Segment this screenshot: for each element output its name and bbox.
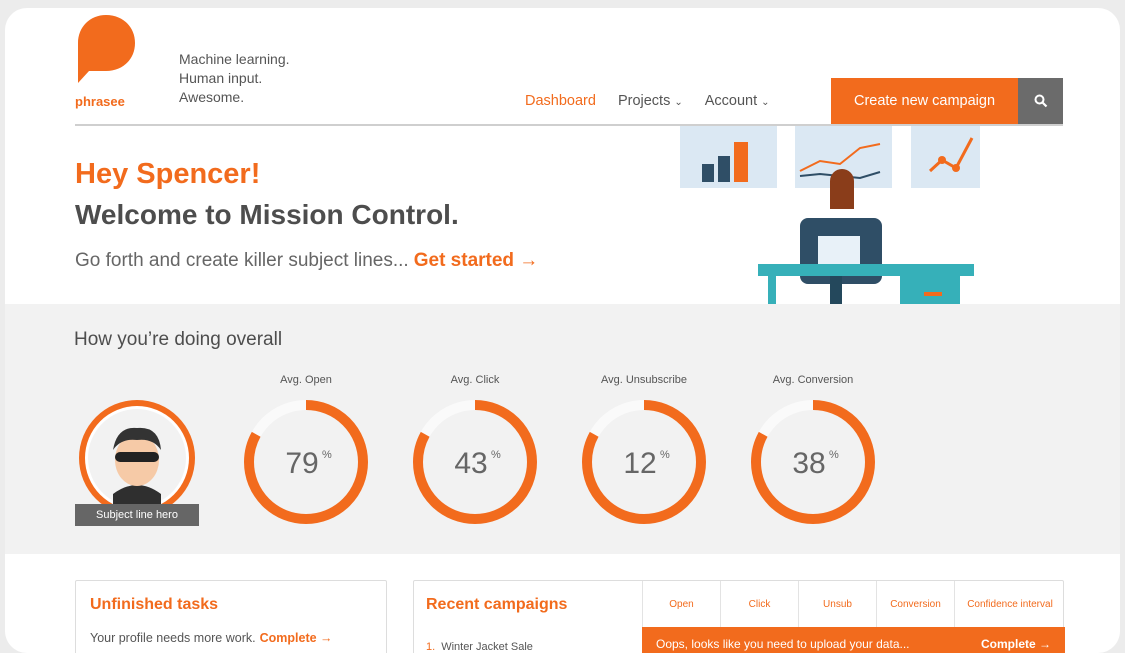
app-window: phrasee Machine learning. Human input. A… <box>5 8 1120 653</box>
gauge-conversion: Avg. Conversion 38% <box>748 374 878 527</box>
greeting-heading: Hey Spencer! <box>75 158 261 190</box>
column-header-confidence[interactable]: Confidence interval <box>954 581 1065 627</box>
column-header-unsub[interactable]: Unsub <box>798 581 876 627</box>
task-item: Your profile needs more work. Complete → <box>90 631 333 645</box>
tagline-line-3: Awesome. <box>179 89 245 105</box>
phrasee-logo-icon[interactable] <box>75 13 137 83</box>
gauge-ring: 38% <box>751 400 875 524</box>
search-icon <box>1034 94 1047 108</box>
tagline-line-2: Human input. <box>179 70 263 86</box>
hero-subtitle: Go forth and create killer subject lines… <box>75 250 538 272</box>
main-nav: Dashboard Projects ⌄ Account ⌄ <box>525 78 792 124</box>
nav-account-label: Account <box>704 93 758 109</box>
avatar <box>79 400 195 516</box>
chevron-down-icon: ⌄ <box>674 97 683 108</box>
search-button[interactable] <box>1018 78 1063 124</box>
gauge-unit: % <box>322 449 332 461</box>
table-row[interactable]: 1. Winter Jacket Sale <box>426 641 533 653</box>
gauge-ring: 43% <box>413 400 537 524</box>
campaign-name: Winter Jacket Sale <box>441 641 533 653</box>
hero-subtitle-text: Go forth and create killer subject lines… <box>75 250 409 271</box>
gauge-unit: % <box>660 449 670 461</box>
gauge-value: 79 <box>285 447 318 480</box>
get-started-link[interactable]: Get started → <box>414 250 539 271</box>
column-header-click[interactable]: Click <box>720 581 798 627</box>
gauge-label: Avg. Open <box>280 374 332 386</box>
gauge-unit: % <box>829 449 839 461</box>
gauge-value: 43 <box>454 447 487 480</box>
create-campaign-button[interactable]: Create new campaign <box>831 78 1018 124</box>
gauge-ring: 12% <box>582 400 706 524</box>
tagline-line-1: Machine learning. <box>179 51 290 67</box>
nav-dashboard[interactable]: Dashboard <box>525 93 596 109</box>
gauge-label: Avg. Click <box>450 374 500 386</box>
tagline: Machine learning. Human input. Awesome. <box>179 50 290 107</box>
column-header-conversion[interactable]: Conversion <box>876 581 954 627</box>
recent-campaigns-card: Recent campaigns Open Click Unsub Conver… <box>413 580 1065 653</box>
avatar-badge: Subject line hero <box>75 504 199 526</box>
gauge-open: Avg. Open 79% <box>241 374 371 527</box>
gauge-unit: % <box>491 449 501 461</box>
unfinished-tasks-card: Unfinished tasks Your profile needs more… <box>75 580 387 653</box>
logo-text: phrasee <box>75 94 125 109</box>
banner-complete-link[interactable]: Complete → <box>981 637 1051 651</box>
gauge-ring: 79% <box>244 400 368 524</box>
nav-projects-label: Projects <box>617 93 671 109</box>
gauge-value: 38 <box>792 447 825 480</box>
nav-account[interactable]: Account ⌄ <box>705 93 770 109</box>
upload-data-banner: Oops, looks like you need to upload your… <box>642 627 1065 653</box>
welcome-heading: Welcome to Mission Control. <box>75 199 459 230</box>
gauge-unsubscribe: Avg. Unsubscribe 12% <box>579 374 709 527</box>
nav-projects[interactable]: Projects ⌄ <box>618 93 683 109</box>
tasks-title: Unfinished tasks <box>90 596 219 613</box>
gauge-click: Avg. Click 43% <box>410 374 540 527</box>
gauge-value: 12 <box>623 447 656 480</box>
gauge-label: Avg. Conversion <box>772 374 854 386</box>
banner-text: Oops, looks like you need to upload your… <box>656 637 910 651</box>
gauge-label: Avg. Unsubscribe <box>600 374 687 386</box>
task-text: Your profile needs more work. <box>90 631 256 645</box>
stats-title: How you’re doing overall <box>74 329 283 350</box>
desk-worker-illustration <box>680 126 980 306</box>
complete-profile-link[interactable]: Complete → <box>260 631 333 645</box>
row-number: 1. <box>426 641 436 653</box>
stats-section: How you’re doing overall Subject line he… <box>5 304 1120 554</box>
column-header-open[interactable]: Open <box>642 581 720 627</box>
chevron-down-icon: ⌄ <box>761 97 770 108</box>
recent-title: Recent campaigns <box>426 596 568 613</box>
